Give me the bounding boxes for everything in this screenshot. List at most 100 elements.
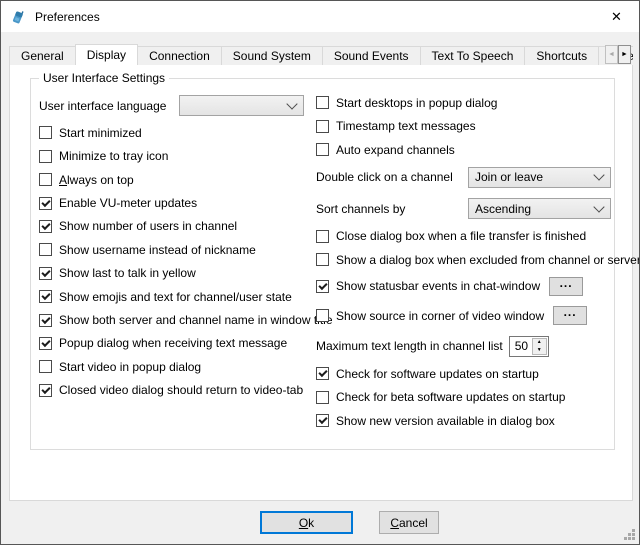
titlebar: Preferences ✕	[1, 1, 639, 32]
chevron-down-icon	[286, 98, 297, 109]
checkbox-label: Closed video dialog should return to vid…	[59, 383, 303, 397]
left-column: User interface language Start minimized …	[39, 95, 309, 397]
sort-channels-label: Sort channels by	[316, 202, 468, 216]
checkbox-icon	[39, 173, 52, 186]
checkbox-icon	[39, 337, 52, 350]
right-column: Start desktops in popup dialog Timestamp…	[316, 96, 612, 427]
checkbox-video-source-corner[interactable]: Show source in corner of video window ..…	[316, 306, 612, 325]
max-text-length-spinner[interactable]: 50 ▲ ▼	[509, 336, 549, 357]
checkbox-last-to-talk[interactable]: Show last to talk in yellow	[39, 267, 309, 280]
chevron-down-icon	[593, 169, 604, 180]
checkbox-new-version-dialog[interactable]: Show new version available in dialog box	[316, 414, 612, 427]
tab-scroll-left-icon[interactable]: ◄	[605, 45, 618, 64]
display-tab-page: User Interface Settings User interface l…	[9, 63, 633, 501]
checkbox-icon	[316, 230, 329, 243]
checkbox-label: Show new version available in dialog box	[336, 414, 555, 428]
checkbox-closed-video-return[interactable]: Closed video dialog should return to vid…	[39, 384, 309, 397]
checkbox-icon	[316, 367, 329, 380]
tab-bar: General Display Connection Sound System …	[9, 44, 633, 65]
checkbox-auto-expand-channels[interactable]: Auto expand channels	[316, 143, 612, 156]
checkbox-check-beta-updates[interactable]: Check for beta software updates on start…	[316, 391, 612, 404]
checkbox-label: Timestamp text messages	[336, 119, 476, 133]
cancel-button[interactable]: Cancel	[379, 511, 439, 534]
checkbox-label: Close dialog box when a file transfer is…	[336, 229, 586, 243]
tab-sound-events[interactable]: Sound Events	[322, 46, 421, 65]
tab-general[interactable]: General	[9, 46, 76, 65]
statusbar-events-browse-button[interactable]: ...	[549, 277, 583, 296]
checkbox-label: Show a dialog box when excluded from cha…	[336, 253, 640, 267]
preferences-dialog: Preferences ✕ General Display Connection…	[0, 0, 640, 545]
checkbox-icon	[316, 280, 329, 293]
checkbox-label: Show username instead of nickname	[59, 243, 256, 257]
window-title: Preferences	[35, 10, 100, 24]
checkbox-enable-vu-meter[interactable]: Enable VU-meter updates	[39, 197, 309, 210]
checkbox-label: Start video in popup dialog	[59, 360, 201, 374]
checkbox-label: Start desktops in popup dialog	[336, 96, 497, 110]
tab-text-to-speech[interactable]: Text To Speech	[420, 46, 526, 65]
checkbox-label: Minimize to tray icon	[59, 149, 168, 163]
checkbox-label: Popup dialog when receiving text message	[59, 336, 287, 350]
checkbox-label: Check for beta software updates on start…	[336, 390, 565, 404]
checkbox-check-updates[interactable]: Check for software updates on startup	[316, 367, 612, 380]
ok-button[interactable]: Ok	[260, 511, 353, 534]
checkbox-popup-text-message[interactable]: Popup dialog when receiving text message	[39, 337, 309, 350]
double-click-combobox-value: Join or leave	[475, 170, 595, 184]
group-title: User Interface Settings	[39, 71, 169, 85]
checkbox-show-emojis[interactable]: Show emojis and text for channel/user st…	[39, 290, 309, 303]
checkbox-icon	[39, 197, 52, 210]
checkbox-icon	[316, 120, 329, 133]
tab-display[interactable]: Display	[75, 44, 138, 65]
double-click-label: Double click on a channel	[316, 170, 468, 184]
double-click-combobox[interactable]: Join or leave	[468, 167, 611, 188]
checkbox-show-user-count[interactable]: Show number of users in channel	[39, 220, 309, 233]
checkbox-video-popup[interactable]: Start video in popup dialog	[39, 360, 309, 373]
checkbox-icon	[39, 290, 52, 303]
checkbox-server-channel-title[interactable]: Show both server and channel name in win…	[39, 314, 309, 327]
sort-channels-combobox[interactable]: Ascending	[468, 198, 611, 219]
checkbox-icon	[39, 220, 52, 233]
language-row: User interface language	[39, 95, 309, 116]
checkbox-icon	[39, 126, 52, 139]
tab-connection[interactable]: Connection	[137, 46, 222, 65]
checkbox-label: Start minimized	[59, 126, 142, 140]
spin-up-icon[interactable]: ▲	[533, 339, 546, 347]
checkbox-icon	[39, 384, 52, 397]
spin-down-icon[interactable]: ▼	[533, 346, 546, 354]
tab-shortcuts[interactable]: Shortcuts	[524, 46, 599, 65]
checkbox-label: Show source in corner of video window	[336, 309, 544, 323]
checkbox-label: Auto expand channels	[336, 143, 455, 157]
checkbox-icon	[316, 414, 329, 427]
close-icon[interactable]: ✕	[594, 1, 639, 32]
checkbox-label: Show emojis and text for channel/user st…	[59, 290, 292, 304]
language-combobox[interactable]	[179, 95, 304, 116]
user-interface-settings-group: User Interface Settings User interface l…	[30, 78, 615, 450]
chevron-down-icon	[593, 201, 604, 212]
checkbox-close-on-transfer[interactable]: Close dialog box when a file transfer is…	[316, 230, 612, 243]
checkbox-statusbar-events[interactable]: Show statusbar events in chat-window ...	[316, 277, 612, 296]
checkbox-show-username[interactable]: Show username instead of nickname	[39, 243, 309, 256]
tab-scroll-right-icon[interactable]: ►	[618, 45, 631, 64]
video-source-browse-button[interactable]: ...	[553, 306, 587, 325]
checkbox-icon	[316, 253, 329, 266]
double-click-row: Double click on a channel Join or leave	[316, 167, 612, 188]
checkbox-label: Show both server and channel name in win…	[59, 313, 333, 327]
checkbox-always-on-top[interactable]: Always on top	[39, 173, 309, 186]
checkbox-icon	[39, 314, 52, 327]
language-label: User interface language	[39, 99, 179, 113]
checkbox-label: Enable VU-meter updates	[59, 196, 197, 210]
checkbox-icon	[39, 267, 52, 280]
checkbox-label: Show number of users in channel	[59, 219, 237, 233]
checkbox-icon	[39, 243, 52, 256]
checkbox-minimize-to-tray[interactable]: Minimize to tray icon	[39, 150, 309, 163]
checkbox-icon	[39, 150, 52, 163]
checkbox-timestamp-messages[interactable]: Timestamp text messages	[316, 120, 612, 133]
checkbox-desktops-popup[interactable]: Start desktops in popup dialog	[316, 96, 612, 109]
checkbox-excluded-dialog[interactable]: Show a dialog box when excluded from cha…	[316, 253, 612, 266]
sort-channels-row: Sort channels by Ascending	[316, 198, 612, 219]
max-text-length-label: Maximum text length in channel list	[316, 339, 503, 353]
app-icon	[10, 9, 26, 25]
checkbox-icon	[39, 360, 52, 373]
resize-grip[interactable]	[623, 528, 636, 541]
checkbox-start-minimized[interactable]: Start minimized	[39, 126, 309, 139]
tab-sound-system[interactable]: Sound System	[221, 46, 323, 65]
